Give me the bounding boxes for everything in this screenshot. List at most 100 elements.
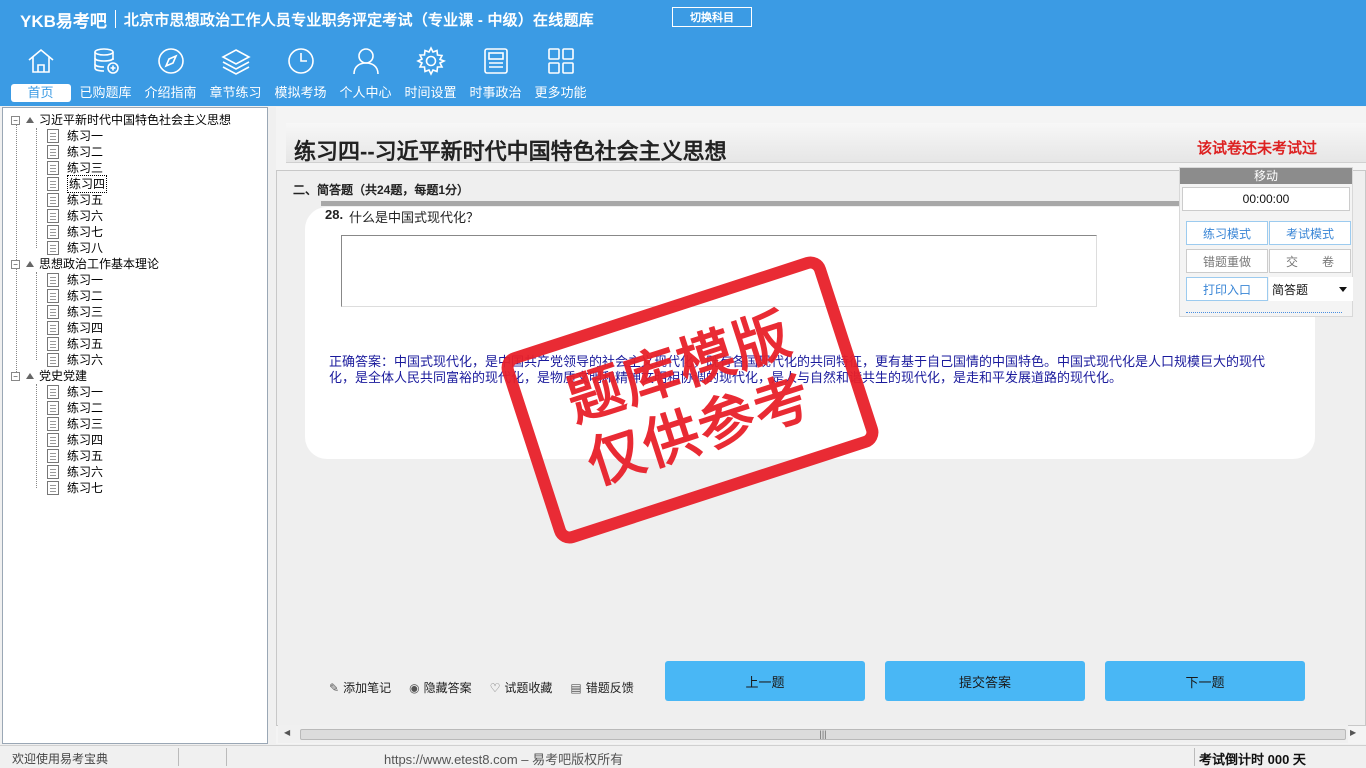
hand-in-button[interactable]: 交 卷	[1269, 249, 1351, 273]
nav-personal-center[interactable]: 个人中心	[333, 46, 398, 102]
tree-item[interactable]: 练习三	[47, 304, 103, 320]
collapse-icon[interactable]: −	[11, 115, 20, 125]
nav-label: 时间设置	[404, 85, 457, 100]
report-icon: ▤	[570, 680, 582, 695]
document-icon	[47, 177, 59, 191]
document-icon	[47, 193, 59, 207]
nav-current-affairs[interactable]: 时事政治	[463, 46, 528, 102]
practice-mode-button[interactable]: 练习模式	[1186, 221, 1268, 245]
panel-divider	[1186, 312, 1342, 313]
scroll-left-icon[interactable]: ◀	[284, 728, 290, 737]
move-handle[interactable]: 移动	[1180, 168, 1352, 184]
newspaper-icon	[483, 48, 508, 74]
feedback-button[interactable]: ▤ 错题反馈	[570, 679, 633, 696]
chapter-tree: − 习近平新时代中国特色社会主义思想 练习一 练习二 练习三 练习四 练习五 练…	[2, 107, 268, 744]
nav-purchased[interactable]: 已购题库	[73, 46, 138, 102]
document-icon	[47, 321, 59, 335]
document-icon	[47, 241, 59, 255]
tree-guide-line	[36, 272, 37, 360]
database-icon	[93, 48, 119, 74]
layers-icon	[220, 49, 251, 75]
exam-mode-button[interactable]: 考试模式	[1269, 221, 1351, 245]
hide-answer-button[interactable]: ◉ 隐藏答案	[409, 679, 472, 696]
tree-group-label: 党史党建	[39, 369, 88, 383]
nav-label: 模拟考场	[274, 85, 327, 100]
document-icon	[47, 337, 59, 351]
tree-group[interactable]: − 习近平新时代中国特色社会主义思想	[11, 112, 231, 128]
favorite-button[interactable]: ♡ 试题收藏	[490, 679, 553, 696]
redo-wrong-button[interactable]: 错题重做	[1186, 249, 1268, 273]
tree-group-label: 思想政治工作基本理论	[39, 257, 160, 271]
document-icon	[47, 465, 59, 479]
document-icon	[47, 401, 59, 415]
document-icon	[47, 225, 59, 239]
tree-item[interactable]: 练习五	[47, 192, 103, 208]
panel-splitter[interactable]	[268, 107, 276, 744]
tree-item[interactable]: 练习三	[47, 160, 103, 176]
tree-item-selected[interactable]: 练习四	[47, 175, 108, 193]
scroll-thumb[interactable]: |||	[300, 729, 1346, 740]
tree-item[interactable]: 练习二	[47, 144, 103, 160]
prev-question-button[interactable]: 上一题	[665, 661, 865, 701]
tree-item[interactable]: 练习一	[47, 128, 103, 144]
question-type-select[interactable]: 简答题	[1269, 277, 1353, 301]
tree-item-label: 练习一	[67, 385, 104, 399]
nav-home[interactable]: 首页	[8, 46, 73, 102]
print-button[interactable]: 打印入口	[1186, 277, 1268, 301]
tree-group[interactable]: − 思想政治工作基本理论	[11, 256, 159, 272]
folder-triangle-icon	[26, 373, 34, 379]
tree-item[interactable]: 练习五	[47, 448, 103, 464]
nav-time-settings[interactable]: 时间设置	[398, 46, 463, 102]
add-note-button[interactable]: ✎ 添加笔记	[329, 679, 391, 696]
tree-item[interactable]: 练习六	[47, 352, 103, 368]
document-icon	[47, 273, 59, 287]
progress-track	[321, 201, 1181, 206]
next-question-button[interactable]: 下一题	[1105, 661, 1305, 701]
tree-item-label: 练习二	[67, 145, 104, 159]
tree-item[interactable]: 练习八	[47, 240, 103, 256]
tree-item-label: 练习四	[67, 321, 104, 335]
app-title: 北京市思想政治工作人员专业职务评定考试（专业课 - 中级）在线题库	[123, 11, 594, 29]
tree-item[interactable]: 练习三	[47, 416, 103, 432]
tree-item[interactable]: 练习六	[47, 464, 103, 480]
question-number: 28.	[325, 207, 344, 222]
nav-label: 更多功能	[534, 85, 587, 100]
tree-item-label: 练习三	[67, 161, 104, 175]
tree-group-label: 习近平新时代中国特色社会主义思想	[39, 113, 232, 127]
question-tools: ✎ 添加笔记 ◉ 隐藏答案 ♡ 试题收藏 ▤ 错题反馈	[329, 679, 634, 696]
tree-item[interactable]: 练习七	[47, 480, 103, 496]
tree-item[interactable]: 练习一	[47, 272, 103, 288]
tree-item[interactable]: 练习四	[47, 320, 103, 336]
tree-item[interactable]: 练习六	[47, 208, 103, 224]
tree-group[interactable]: − 党史党建	[11, 368, 87, 384]
nav-chapter-practice[interactable]: 章节练习	[203, 46, 268, 102]
tree-item-label: 练习二	[67, 289, 104, 303]
eye-icon: ◉	[409, 680, 420, 695]
tree-item[interactable]: 练习二	[47, 400, 103, 416]
collapse-icon[interactable]: −	[11, 371, 20, 381]
tree-item-label: 练习一	[67, 129, 104, 143]
grid-icon	[547, 48, 574, 74]
tree-item[interactable]: 练习四	[47, 432, 103, 448]
scroll-right-icon[interactable]: ▶	[1350, 728, 1356, 737]
collapse-icon[interactable]: −	[11, 259, 20, 269]
tree-item-label: 练习五	[67, 193, 104, 207]
user-icon	[352, 48, 379, 75]
tree-item[interactable]: 练习五	[47, 336, 103, 352]
tree-item-label: 练习六	[67, 209, 104, 223]
switch-subject-button[interactable]: 切换科目	[672, 7, 752, 27]
main-nav: 首页 已购题库 介绍指南 章节练习 模拟考场 个人中心 时间设置 时事政治 更多…	[8, 46, 593, 102]
nav-mock-exam[interactable]: 模拟考场	[268, 46, 333, 102]
tree-guide-line	[36, 128, 37, 248]
answer-input[interactable]	[341, 235, 1097, 307]
nav-guide[interactable]: 介绍指南	[138, 46, 203, 102]
tree-item[interactable]: 练习二	[47, 288, 103, 304]
nav-more[interactable]: 更多功能	[528, 46, 593, 102]
submit-answer-button[interactable]: 提交答案	[885, 661, 1085, 701]
horizontal-scrollbar[interactable]: ◀ ||| ▶	[278, 725, 1356, 743]
heart-icon: ♡	[489, 680, 501, 695]
status-divider	[178, 748, 179, 766]
tree-item-label: 练习六	[67, 353, 104, 367]
tree-item[interactable]: 练习七	[47, 224, 103, 240]
tree-item[interactable]: 练习一	[47, 384, 103, 400]
